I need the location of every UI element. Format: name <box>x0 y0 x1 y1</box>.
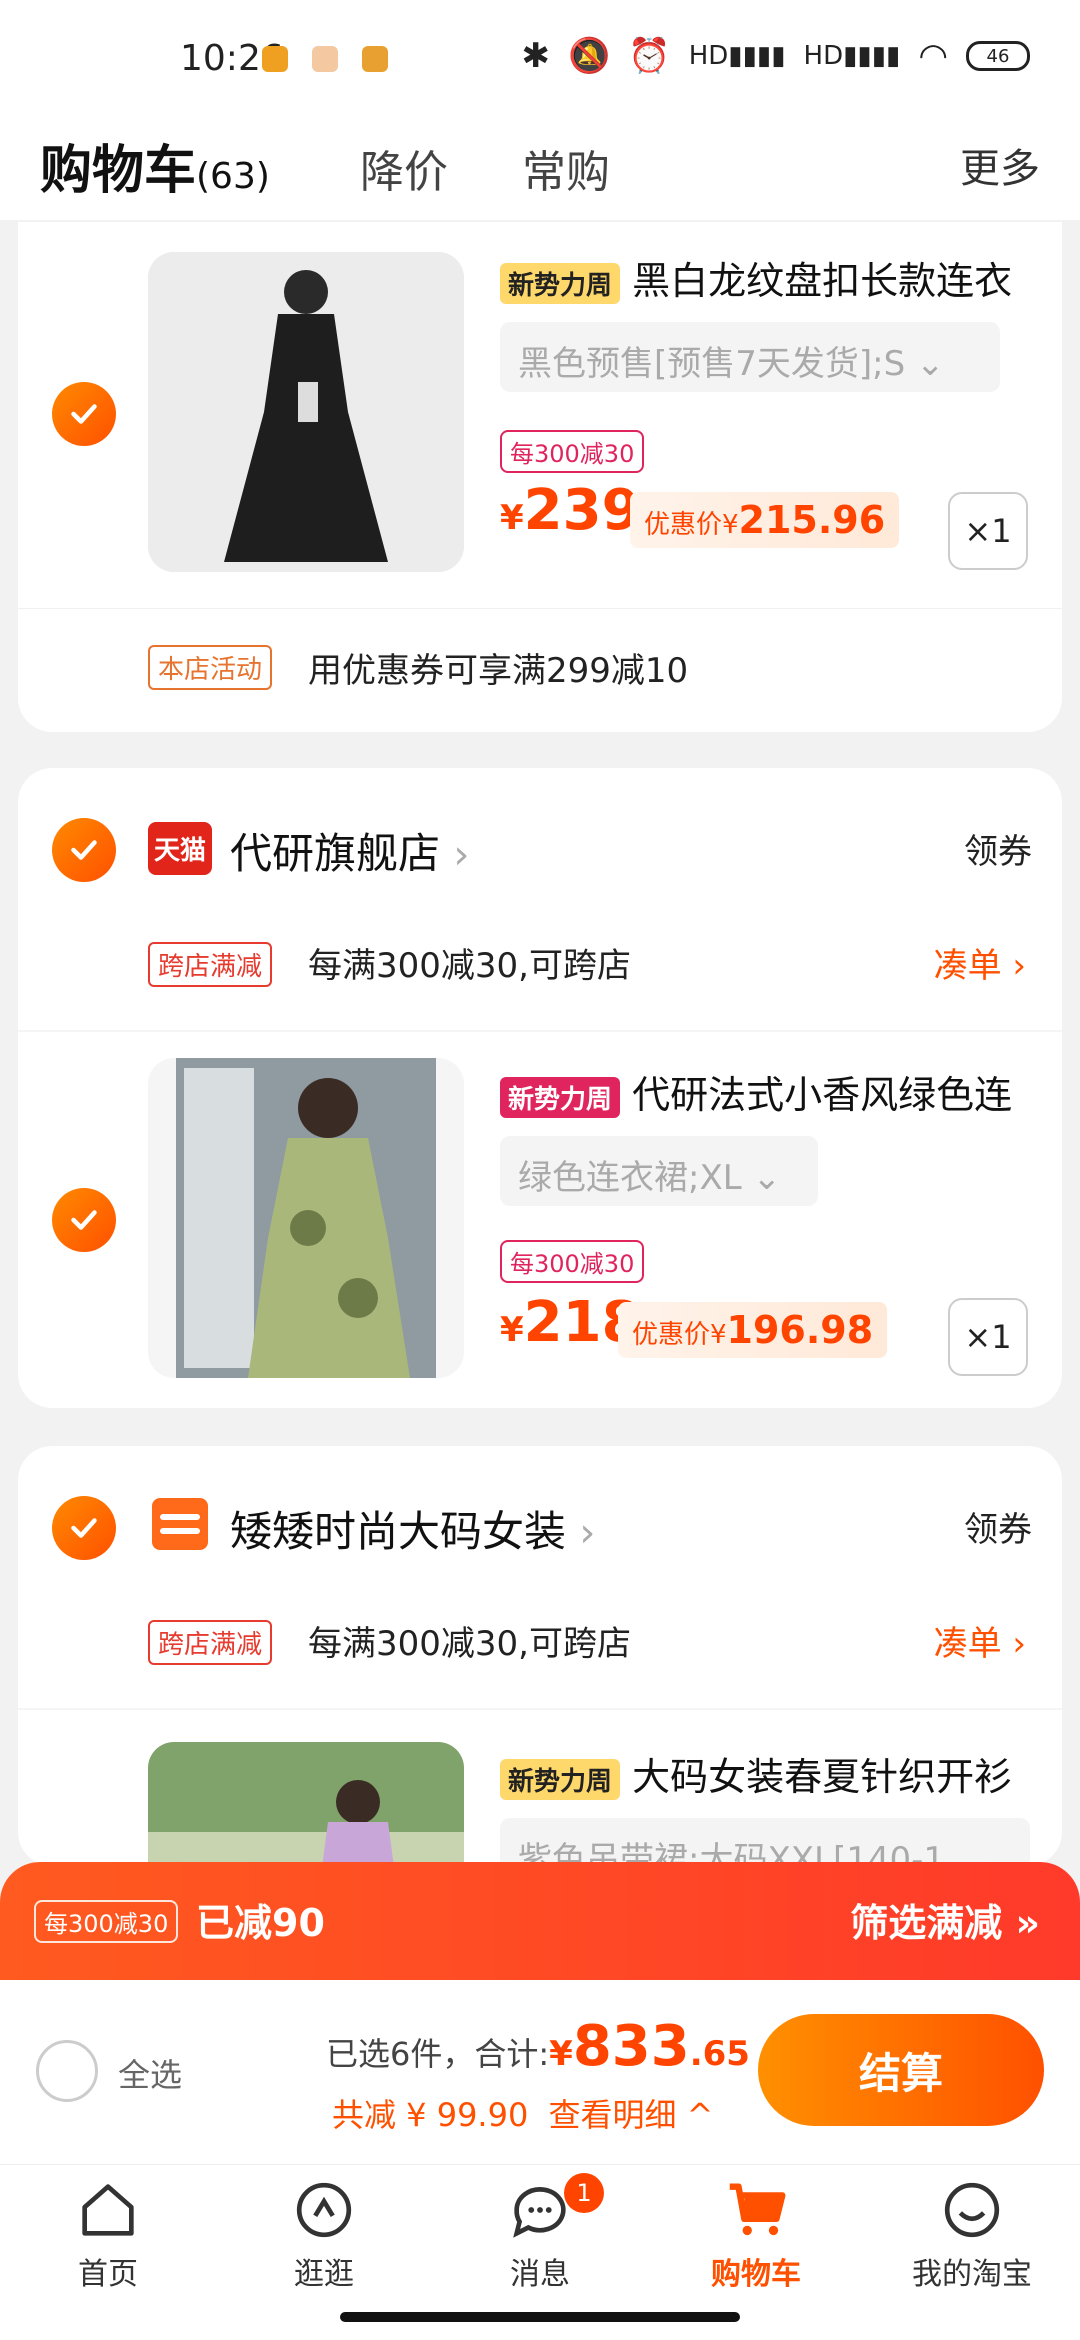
check-icon <box>71 404 97 424</box>
store-activity-text: 用优惠券可享满299减10 <box>308 651 689 691</box>
discount-price: 优惠价¥215.96 <box>630 492 900 548</box>
tab-home[interactable]: 首页 <box>28 2175 188 2293</box>
chevron-right-icon: › <box>453 832 470 878</box>
sku-selector[interactable]: 紫色吊带裙;大码XXL[140-1 ⌄ <box>500 1818 1030 1866</box>
chevron-down-icon: ⌄ <box>916 344 945 384</box>
select-all-label[interactable]: 全选 <box>118 2050 182 2096</box>
cardigan-image <box>148 1742 464 1866</box>
message-badge: 1 <box>564 2173 604 2213</box>
check-icon <box>71 1210 97 1230</box>
new-power-week-badge: 新势力周 <box>500 1759 621 1800</box>
total-price: ¥833.65 <box>549 2014 750 2079</box>
product-image[interactable] <box>148 252 464 572</box>
item-checkbox[interactable] <box>52 1188 116 1252</box>
item-divider <box>18 1708 1062 1710</box>
total-saved: 共减 ¥ 99.90 <box>332 2096 529 2134</box>
more-button[interactable]: 更多 <box>960 136 1040 194</box>
cart-count: (63) <box>196 156 270 197</box>
profile-icon <box>944 2182 1000 2238</box>
page-title: 购物车(63) <box>40 141 270 201</box>
tab-price-drop[interactable]: 降价 <box>360 136 448 200</box>
browse-icon <box>296 2182 352 2238</box>
cart-icon <box>729 2183 786 2236</box>
sku-selector[interactable]: 黑色预售[预售7天发货];S ⌄ <box>500 322 1000 392</box>
combine-order-button[interactable]: 凑单 › <box>934 1616 1026 1665</box>
alarm-icon: ⏰ <box>628 36 671 76</box>
checkout-button[interactable]: 结算 <box>758 2014 1044 2126</box>
check-icon <box>71 1518 97 1538</box>
savings-summary[interactable]: 共减 ¥ 99.90 查看明细 ^ <box>332 2090 714 2136</box>
check-icon <box>71 840 97 860</box>
product-image[interactable] <box>148 1742 464 1866</box>
bluetooth-icon: ✱ <box>521 36 551 76</box>
product-title[interactable]: 新势力周 代研法式小香风绿色连 <box>500 1064 1040 1119</box>
notification-app-icon <box>262 46 288 72</box>
shop-checkbox[interactable] <box>52 818 116 882</box>
chevron-down-icon: ⌄ <box>752 1158 782 1198</box>
signal-icon: HD▮▮▮▮ <box>688 41 786 71</box>
get-coupon-button[interactable]: 领券 <box>964 1502 1032 1551</box>
shop-card-3: 矮矮时尚大码女装 › 领券 跨店满减 每满300减30,可跨店 凑单 › 新势力… <box>18 1446 1062 1866</box>
saved-amount: 已减90 <box>196 1901 325 1945</box>
tab-frequent[interactable]: 常购 <box>522 136 610 200</box>
filter-discount-button[interactable]: 筛选满减 » <box>850 1892 1040 1947</box>
home-indicator[interactable] <box>340 2312 740 2322</box>
shop-card-2: 天猫 代研旗舰店 › 领券 跨店满减 每满300减30,可跨店 凑单 › 新势力… <box>18 768 1062 1408</box>
total-summary: 已选6件，合计:¥833.65 <box>326 2014 750 2079</box>
selected-count: 已选6件，合计: <box>326 2035 550 2073</box>
combine-order-button[interactable]: 凑单 › <box>934 938 1026 987</box>
product-title[interactable]: 新势力周 黑白龙纹盘扣长款连衣 <box>500 250 1040 305</box>
select-all-radio[interactable] <box>36 2040 98 2102</box>
product-title[interactable]: 新势力周 大码女装春夏针织开衫 <box>500 1746 1040 1801</box>
item-checkbox[interactable] <box>52 382 116 446</box>
home-icon <box>82 2184 134 2236</box>
wifi-icon: ◠ <box>918 36 948 76</box>
chevron-right-icon: › <box>579 1510 596 1556</box>
shop-checkbox[interactable] <box>52 1496 116 1560</box>
tab-browse[interactable]: 逛逛 <box>244 2175 404 2293</box>
battery-icon: 46 <box>966 41 1030 71</box>
promo-tag: 每300减30 <box>500 430 645 473</box>
cross-store-text: 每满300减30,可跨店 <box>308 1624 631 1664</box>
notification-app-icon <box>362 46 388 72</box>
notification-app-icon <box>312 46 338 72</box>
shop-name[interactable]: 矮矮时尚大码女装 › <box>230 1498 595 1559</box>
product-image[interactable] <box>148 1058 464 1378</box>
cross-store-text: 每满300减30,可跨店 <box>308 946 631 986</box>
cross-store-tag: 跨店满减 <box>148 942 273 987</box>
tmall-icon: 天猫 <box>148 822 213 875</box>
cart-header: 购物车(63) 降价 常购 更多 <box>0 110 1080 220</box>
new-power-week-badge: 新势力周 <box>500 263 621 304</box>
dress-image <box>148 1058 464 1378</box>
shop-card-1: 新势力周 黑白龙纹盘扣长款连衣 黑色预售[预售7天发货];S ⌄ 每300减30… <box>18 222 1062 732</box>
promo-tag: 每300减30 <box>500 1240 645 1283</box>
discount-promo-bar[interactable]: 每300减30 已减90 筛选满减 » <box>0 1862 1080 1980</box>
store-icon <box>152 1498 208 1550</box>
promo-rule-tag: 每300减30 <box>34 1900 179 1943</box>
dress-image <box>148 252 464 572</box>
price: ¥239 <box>500 478 641 543</box>
signal-icon: HD▮▮▮▮ <box>803 41 901 71</box>
get-coupon-button[interactable]: 领券 <box>964 824 1032 873</box>
tab-cart[interactable]: 购物车 <box>676 2175 836 2293</box>
item-divider <box>18 1030 1062 1032</box>
discount-price: 优惠价¥196.98 <box>618 1302 888 1358</box>
sku-selector[interactable]: 绿色连衣裙;XL ⌄ <box>500 1136 818 1206</box>
view-details[interactable]: 查看明细 ^ <box>549 2096 714 2134</box>
store-activity-tag: 本店活动 <box>148 645 273 690</box>
quantity-selector[interactable]: ×1 <box>948 1298 1028 1376</box>
quantity-selector[interactable]: ×1 <box>948 492 1028 570</box>
checkout-bar: 全选 已选6件，合计:¥833.65 共减 ¥ 99.90 查看明细 ^ 结算 <box>0 1980 1080 2164</box>
store-activity-row[interactable]: 本店活动 用优惠券可享满299减10 <box>18 608 1062 732</box>
tab-messages[interactable]: 消息 1 <box>460 2173 620 2293</box>
new-power-week-badge: 新势力周 <box>500 1077 621 1118</box>
status-bar: 10:26 ✱ 🔕 ⏰ HD▮▮▮▮ HD▮▮▮▮ ◠ 46 <box>0 0 1080 110</box>
tab-my-taobao[interactable]: 我的淘宝 <box>892 2175 1052 2293</box>
cross-store-tag: 跨店满减 <box>148 1620 273 1665</box>
shop-name[interactable]: 代研旗舰店 › <box>230 820 469 881</box>
mute-bell-icon: 🔕 <box>568 36 611 76</box>
